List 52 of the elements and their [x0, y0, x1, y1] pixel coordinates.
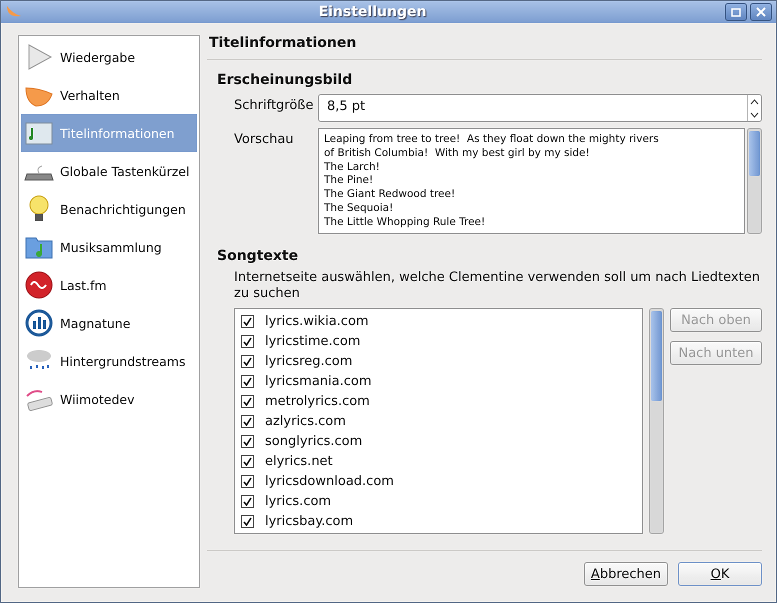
- sidebar-item[interactable]: Verhalten: [21, 76, 197, 114]
- provider-label: lyrics.wikia.com: [265, 314, 369, 328]
- sidebar-item-label: Wiimotedev: [60, 392, 136, 406]
- sidebar-item[interactable]: Musiksammlung: [21, 228, 197, 266]
- list-item[interactable]: lyricsmania.com: [241, 371, 636, 391]
- sidebar-item[interactable]: Globale Tastenkürzel: [21, 152, 197, 190]
- provider-label: songlyrics.com: [265, 434, 362, 448]
- sidebar-item-label: Titelinformationen: [60, 126, 176, 140]
- list-item[interactable]: lyricsreg.com: [241, 351, 636, 371]
- section-heading: Songtexte: [217, 248, 300, 264]
- sidebar-item[interactable]: Benachrichtigungen: [21, 190, 197, 228]
- provider-label: metrolyrics.com: [265, 394, 370, 408]
- provider-label: lyrics.com: [265, 494, 332, 508]
- sidebar-item-label: Verhalten: [60, 88, 121, 102]
- dialog-button[interactable]: Abbrechen: [584, 562, 668, 586]
- sidebar-item-label: Last.fm: [60, 278, 108, 292]
- list-item[interactable]: metrolyrics.com: [241, 391, 636, 411]
- sidebar-item-label: Globale Tastenkürzel: [60, 164, 190, 178]
- lyrics-preview: Leaping from tree to tree! As they float down the mighty rivers of British Columbia! With my best girl by my side! The Larch! The Pine! The Giant Redwood tree! The Sequoia! The Little Whopping Rule Tree!: [318, 128, 745, 234]
- list-item[interactable]: lyricsdownload.com: [241, 471, 636, 491]
- provider-label: lyricstime.com: [265, 334, 360, 348]
- sidebar-item-label: Magnatune: [60, 316, 132, 330]
- list-item[interactable]: lyricsbay.com: [241, 511, 636, 531]
- description-text: Internetseite auswählen, welche Clementine verwenden soll um nach Liedtexten zu suchen: [234, 270, 761, 302]
- list-item[interactable]: songlyrics.com: [241, 431, 636, 451]
- list-item[interactable]: lyricstime.com: [241, 331, 636, 351]
- page-title: Titelinformationen: [207, 35, 762, 60]
- sidebar-item[interactable]: Wiedergabe: [21, 38, 197, 76]
- provider-label: elyrics.net: [265, 454, 333, 468]
- sidebar-item-label: Musiksammlung: [60, 240, 163, 254]
- sidebar-item-label: Hintergrundstreams: [60, 354, 186, 368]
- field-label: Vorschau: [234, 131, 295, 147]
- sidebar-item-label: Benachrichtigungen: [60, 202, 187, 216]
- list-item[interactable]: lyrics.com: [241, 491, 636, 511]
- provider-label: lyricsdownload.com: [265, 474, 394, 488]
- provider-label: lyricsbay.com: [265, 514, 354, 528]
- dialog-button[interactable]: OK: [678, 562, 762, 586]
- sidebar-item[interactable]: Last.fm: [21, 266, 197, 304]
- sidebar-item-label: Wiedergabe: [60, 50, 136, 64]
- list-item[interactable]: elyrics.net: [241, 451, 636, 471]
- sidebar-item[interactable]: Hintergrundstreams: [21, 342, 197, 380]
- field-label: Schriftgröße: [234, 97, 312, 113]
- sidebar-item[interactable]: Wiimotedev: [21, 380, 197, 418]
- section-heading: Erscheinungsbild: [217, 72, 354, 88]
- window-title: Einstellungen: [318, 4, 428, 20]
- list-item[interactable]: lyrics.wikia.com: [241, 311, 636, 331]
- sidebar-item[interactable]: Magnatune: [21, 304, 197, 342]
- provider-label: azlyrics.com: [265, 414, 346, 428]
- font-size-spinbox[interactable]: 8,5 pt: [318, 94, 762, 122]
- list-item[interactable]: azlyrics.com: [241, 411, 636, 431]
- provider-label: lyricsmania.com: [265, 374, 372, 388]
- provider-label: lyricsreg.com: [265, 354, 352, 368]
